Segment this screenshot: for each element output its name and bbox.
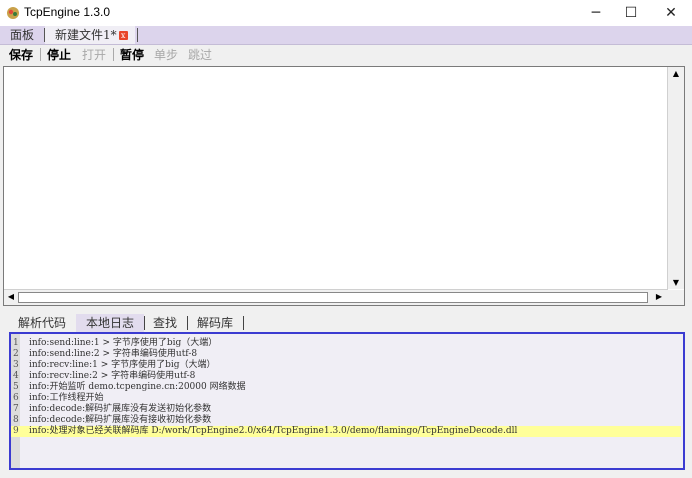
tab-search[interactable]: 查找 bbox=[153, 314, 189, 332]
line-number: 8 bbox=[13, 415, 19, 425]
line-number: 7 bbox=[13, 404, 19, 414]
log-line: 1 info:send:line:1 > 字节序使用了big（大端） bbox=[11, 338, 681, 349]
horizontal-scroll-thumb[interactable] bbox=[18, 292, 648, 303]
close-button[interactable]: ✕ bbox=[651, 0, 691, 26]
log-line: 6 info:工作线程开始 bbox=[11, 393, 681, 404]
tab-local-log-label: 本地日志 bbox=[86, 316, 135, 330]
line-number: 5 bbox=[13, 382, 19, 392]
tab-panel[interactable]: 面板 bbox=[10, 26, 44, 44]
log-text: info:工作线程开始 bbox=[29, 393, 104, 403]
scroll-down-icon[interactable]: ▼ bbox=[669, 278, 683, 287]
tab-separator bbox=[144, 316, 145, 330]
line-number: 2 bbox=[13, 349, 19, 359]
line-number: 6 bbox=[13, 393, 19, 403]
log-text: info:recv:line:2 > 字符串编码使用utf-8 bbox=[29, 371, 196, 381]
line-number: 9 bbox=[13, 426, 19, 436]
horizontal-scrollbar[interactable]: ◀ ▶ bbox=[4, 289, 668, 305]
log-line: 3 info:recv:line:1 > 字节序使用了big（大端） bbox=[11, 360, 681, 371]
tab-local-log[interactable]: 本地日志 bbox=[76, 314, 144, 332]
scroll-left-icon[interactable]: ◀ bbox=[4, 292, 18, 301]
tab-search-label: 查找 bbox=[153, 316, 178, 330]
title-bar: TcpEngine 1.3.0 ─ ☐ ✕ bbox=[0, 0, 692, 26]
skip-button[interactable]: 跳过 bbox=[188, 46, 212, 63]
log-text: info:decode:解码扩展库没有发送初始化参数 bbox=[29, 404, 212, 414]
log-line: 8 info:decode:解码扩展库没有接收初始化参数 bbox=[11, 415, 681, 426]
log-line: 4 info:recv:line:2 > 字符串编码使用utf-8 bbox=[11, 371, 681, 382]
code-editor[interactable]: ▲ ▼ ◀ ▶ bbox=[3, 66, 685, 306]
tab-panel-label: 面板 bbox=[10, 28, 35, 42]
log-line-current: 9 info:处理对象已经关联解码库 D:/work/TcpEngine2.0/… bbox=[11, 426, 681, 437]
tab-new-file[interactable]: 新建文件1* x bbox=[45, 26, 135, 44]
app-logo-icon bbox=[7, 7, 19, 19]
maximize-button[interactable]: ☐ bbox=[611, 0, 651, 26]
toolbar-separator bbox=[40, 48, 41, 61]
tab-separator bbox=[137, 28, 138, 42]
log-panel[interactable]: 1 info:send:line:1 > 字节序使用了big（大端） 2 inf… bbox=[9, 332, 685, 470]
log-line: 7 info:decode:解码扩展库没有发送初始化参数 bbox=[11, 404, 681, 415]
log-text: info:开始监听 demo.tcpengine.cn:20000 网络数据 bbox=[29, 382, 246, 392]
log-line: 5 info:开始监听 demo.tcpengine.cn:20000 网络数据 bbox=[11, 382, 681, 393]
log-text: info:decode:解码扩展库没有接收初始化参数 bbox=[29, 415, 212, 425]
open-button[interactable]: 打开 bbox=[82, 46, 106, 63]
line-number: 3 bbox=[13, 360, 19, 370]
line-number: 1 bbox=[13, 338, 19, 348]
tab-separator bbox=[187, 316, 188, 330]
document-tab-bar: 面板 新建文件1* x bbox=[0, 26, 692, 45]
log-text: info:send:line:2 > 字符串编码使用utf-8 bbox=[29, 349, 198, 359]
line-number: 4 bbox=[13, 371, 19, 381]
toolbar: 保存 停止 打开 暂停 单步 跳过 bbox=[0, 45, 692, 64]
tab-decoder-lib[interactable]: 解码库 bbox=[197, 314, 243, 332]
tab-new-file-label: 新建文件1* bbox=[55, 28, 117, 42]
scroll-up-icon[interactable]: ▲ bbox=[669, 69, 683, 78]
log-text: info:recv:line:1 > 字节序使用了big（大端） bbox=[29, 360, 216, 370]
close-tab-icon[interactable]: x bbox=[118, 31, 128, 40]
toolbar-separator bbox=[113, 48, 114, 61]
log-text: info:处理对象已经关联解码库 D:/work/TcpEngine2.0/x6… bbox=[29, 426, 518, 436]
minimize-button[interactable]: ─ bbox=[576, 0, 616, 26]
tab-decoder-lib-label: 解码库 bbox=[197, 316, 234, 330]
save-button[interactable]: 保存 bbox=[9, 46, 33, 63]
tab-parse-code-label: 解析代码 bbox=[18, 316, 67, 330]
pause-button[interactable]: 暂停 bbox=[120, 46, 144, 63]
bottom-tab-bar: 解析代码 本地日志 查找 解码库 bbox=[3, 314, 687, 332]
log-text: info:send:line:1 > 字节序使用了big（大端） bbox=[29, 338, 218, 348]
vertical-scrollbar[interactable]: ▲ ▼ bbox=[667, 67, 684, 289]
scrollbar-corner bbox=[668, 290, 684, 305]
window-title: TcpEngine 1.3.0 bbox=[24, 5, 111, 19]
stop-button[interactable]: 停止 bbox=[47, 46, 71, 63]
step-button[interactable]: 单步 bbox=[154, 46, 178, 63]
tab-separator bbox=[243, 316, 244, 330]
scroll-right-icon[interactable]: ▶ bbox=[652, 292, 666, 301]
tab-parse-code[interactable]: 解析代码 bbox=[10, 314, 72, 332]
log-line: 2 info:send:line:2 > 字符串编码使用utf-8 bbox=[11, 349, 681, 360]
